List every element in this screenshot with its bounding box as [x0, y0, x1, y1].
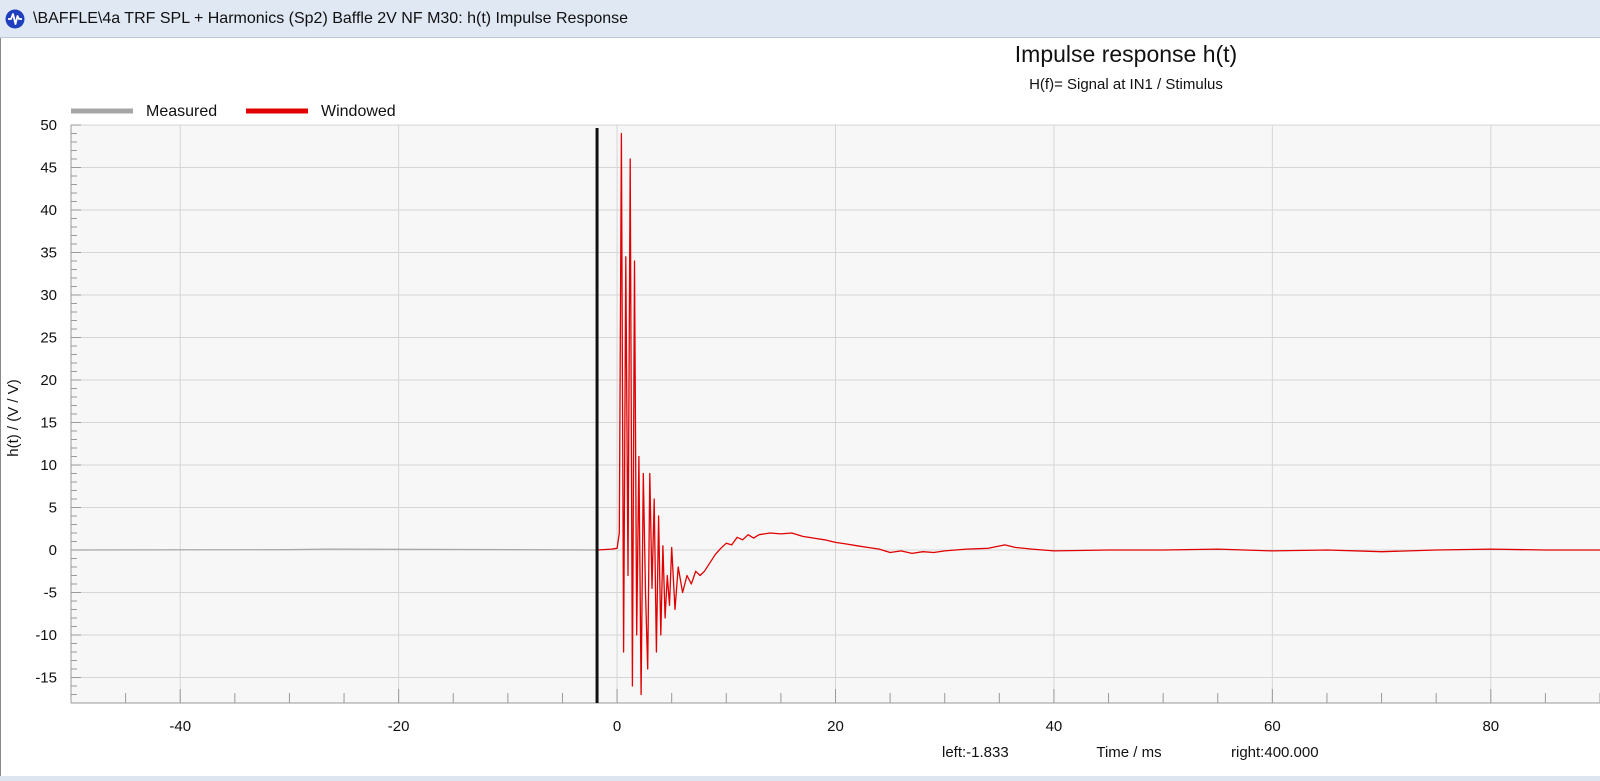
legend-label-windowed: Windowed — [321, 103, 396, 120]
x-tick-label: 80 — [1482, 718, 1499, 735]
y-tick-label: 40 — [40, 202, 57, 219]
x-tick-label: 20 — [827, 718, 844, 735]
waveform-icon — [5, 9, 25, 29]
x-tick-label: 40 — [1046, 718, 1063, 735]
y-tick-label: 5 — [49, 500, 57, 517]
x-axis-label: Time / ms — [1096, 744, 1161, 761]
window-bottom-border — [0, 776, 1600, 781]
y-tick-label: -10 — [35, 627, 57, 644]
footer-right-value: right:400.000 — [1231, 744, 1319, 761]
y-tick-label: 0 — [49, 542, 57, 559]
legend-label-measured: Measured — [146, 103, 217, 120]
y-tick-label: 15 — [40, 415, 57, 432]
y-tick-label: 10 — [40, 457, 57, 474]
impulse-response-chart[interactable]: 50454035302520151050-5-10-15-40 -20 0 20 40 6… — [1, 38, 1600, 781]
y-tick-label: 50 — [40, 117, 57, 134]
y-tick-label: 45 — [40, 160, 57, 177]
y-tick-label: 30 — [40, 287, 57, 304]
footer-left-value: left:-1.833 — [942, 744, 1009, 761]
x-tick-label: -20 — [388, 718, 410, 735]
window-titlebar[interactable]: \BAFFLE\4a TRF SPL + Harmonics (Sp2) Baf… — [0, 0, 1600, 38]
chart-window: 50 45 40 35 30 25 20 15 10 5 0 -5 -10 -15 -40 -20 0 20 40 6… — [0, 38, 1600, 781]
x-tick-label: 0 — [613, 718, 621, 735]
y-tick-label: 25 — [40, 330, 57, 347]
y-tick-label: 20 — [40, 372, 57, 389]
y-axis-label: h(t) / (V / V) — [5, 379, 22, 457]
x-tick-label: 60 — [1264, 718, 1281, 735]
y-tick-label: -5 — [44, 585, 57, 602]
x-tick-label: -40 — [169, 718, 191, 735]
y-tick-label: 35 — [40, 245, 57, 262]
window-title: \BAFFLE\4a TRF SPL + Harmonics (Sp2) Baf… — [33, 9, 629, 27]
chart-subtitle: H(f)= Signal at IN1 / Stimulus — [1029, 76, 1223, 93]
y-tick-label: -15 — [35, 670, 57, 687]
chart-title: Impulse response h(t) — [1015, 41, 1237, 67]
